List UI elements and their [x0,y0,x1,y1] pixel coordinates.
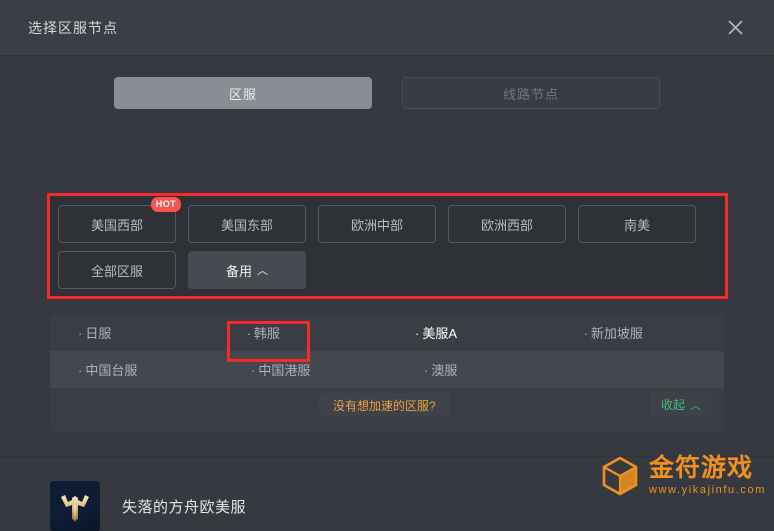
region-label-backup: 备用 [225,263,252,279]
bullet-icon: · [424,363,429,378]
server-item-hongkong[interactable]: · 中国港服 [223,360,396,379]
tab-bar: 区服 线路节点 [0,56,774,109]
region-label-us-east: 美国东部 [220,217,273,233]
watermark-url: www.yikajinfu.com [648,484,766,496]
watermark: 金符游戏 www.yikajinfu.com [598,454,766,498]
server-label-australia: 澳服 [431,363,458,378]
region-button-all-regions[interactable]: 全部区服 [58,251,176,289]
region-label-us-west: 美国西部 [90,217,143,233]
lost-ark-emblem-icon [61,495,89,523]
no-server-request-button[interactable]: 没有想加速的区服? [319,393,450,417]
bullet-icon: · [78,326,83,341]
bullet-icon: · [583,326,588,341]
server-list-panel: · 日服 · 韩服 · 美服A · 新加坡服 · 中国台服 · 中国港服 · 澳服 [50,314,724,431]
chevron-up-icon: ︿ [690,399,701,412]
server-panel-footer: 没有想加速的区服? 收起 ︿ [50,388,724,431]
cube-icon [602,456,638,496]
tab-route-nodes-label: 线路节点 [502,86,559,102]
bullet-icon: · [78,363,83,378]
watermark-text: 金符游戏 www.yikajinfu.com [648,454,766,497]
hot-badge-icon: HOT [150,197,181,212]
dialog-content: 区服 线路节点 美国西部 HOT 美国东部 欧洲中部 欧洲西部 南美 全部区服 … [0,56,774,531]
collapse-button[interactable]: 收起 ︿ [649,392,712,417]
tab-route-nodes[interactable]: 线路节点 [402,77,660,109]
close-button[interactable] [718,11,752,45]
game-title: 失落的方舟欧美服 [122,498,247,516]
collapse-label: 收起 [660,398,685,412]
server-item-taiwan[interactable]: · 中国台服 [50,360,223,379]
region-label-all-regions: 全部区服 [90,263,143,279]
bullet-icon: · [251,363,256,378]
no-server-request-label: 没有想加速的区服? [333,398,436,413]
server-item-singapore[interactable]: · 新加坡服 [556,323,725,342]
server-item-us-a[interactable]: · 美服A [387,323,556,342]
server-label-korea: 韩服 [253,326,280,341]
region-selector-panel: 美国西部 HOT 美国东部 欧洲中部 欧洲西部 南美 全部区服 备用 ︿ [47,193,728,299]
region-button-eu-west[interactable]: 欧洲西部 [448,205,566,243]
chevron-up-icon: ︿ [257,265,268,277]
window-titlebar: 选择区服节点 [0,0,774,56]
tab-regions-label: 区服 [228,86,257,102]
watermark-brand: 金符游戏 [648,454,753,482]
game-entry[interactable]: 失落的方舟欧美服 [50,481,246,531]
region-label-eu-central: 欧洲中部 [350,217,403,233]
server-label-taiwan: 中国台服 [85,363,138,378]
region-row-2: 全部区服 备用 ︿ [58,251,725,289]
game-icon [50,481,100,531]
region-button-us-west[interactable]: 美国西部 HOT [58,197,181,243]
page-title: 选择区服节点 [28,19,118,36]
server-label-hongkong: 中国港服 [258,363,311,378]
region-button-south-america[interactable]: 南美 [578,205,696,243]
region-label-south-america: 南美 [623,217,650,233]
server-item-japan[interactable]: · 日服 [50,323,219,342]
server-label-japan: 日服 [85,326,112,341]
close-icon [727,20,743,35]
tab-regions[interactable]: 区服 [114,77,372,109]
server-row-2: · 中国台服 · 中国港服 · 澳服 [50,351,724,388]
server-item-korea[interactable]: · 韩服 [219,323,388,342]
region-row-1: 美国西部 HOT 美国东部 欧洲中部 欧洲西部 南美 [58,197,725,243]
region-button-eu-central[interactable]: 欧洲中部 [318,205,436,243]
server-row-1: · 日服 · 韩服 · 美服A · 新加坡服 [50,314,724,351]
bullet-icon: · [246,326,251,341]
region-button-backup[interactable]: 备用 ︿ [188,251,306,289]
server-item-australia[interactable]: · 澳服 [396,360,569,379]
server-label-singapore: 新加坡服 [590,326,643,341]
bullet-icon: · [415,326,420,341]
region-button-us-east[interactable]: 美国东部 [188,205,306,243]
region-label-eu-west: 欧洲西部 [480,217,533,233]
server-label-us-a: 美服A [422,326,458,341]
